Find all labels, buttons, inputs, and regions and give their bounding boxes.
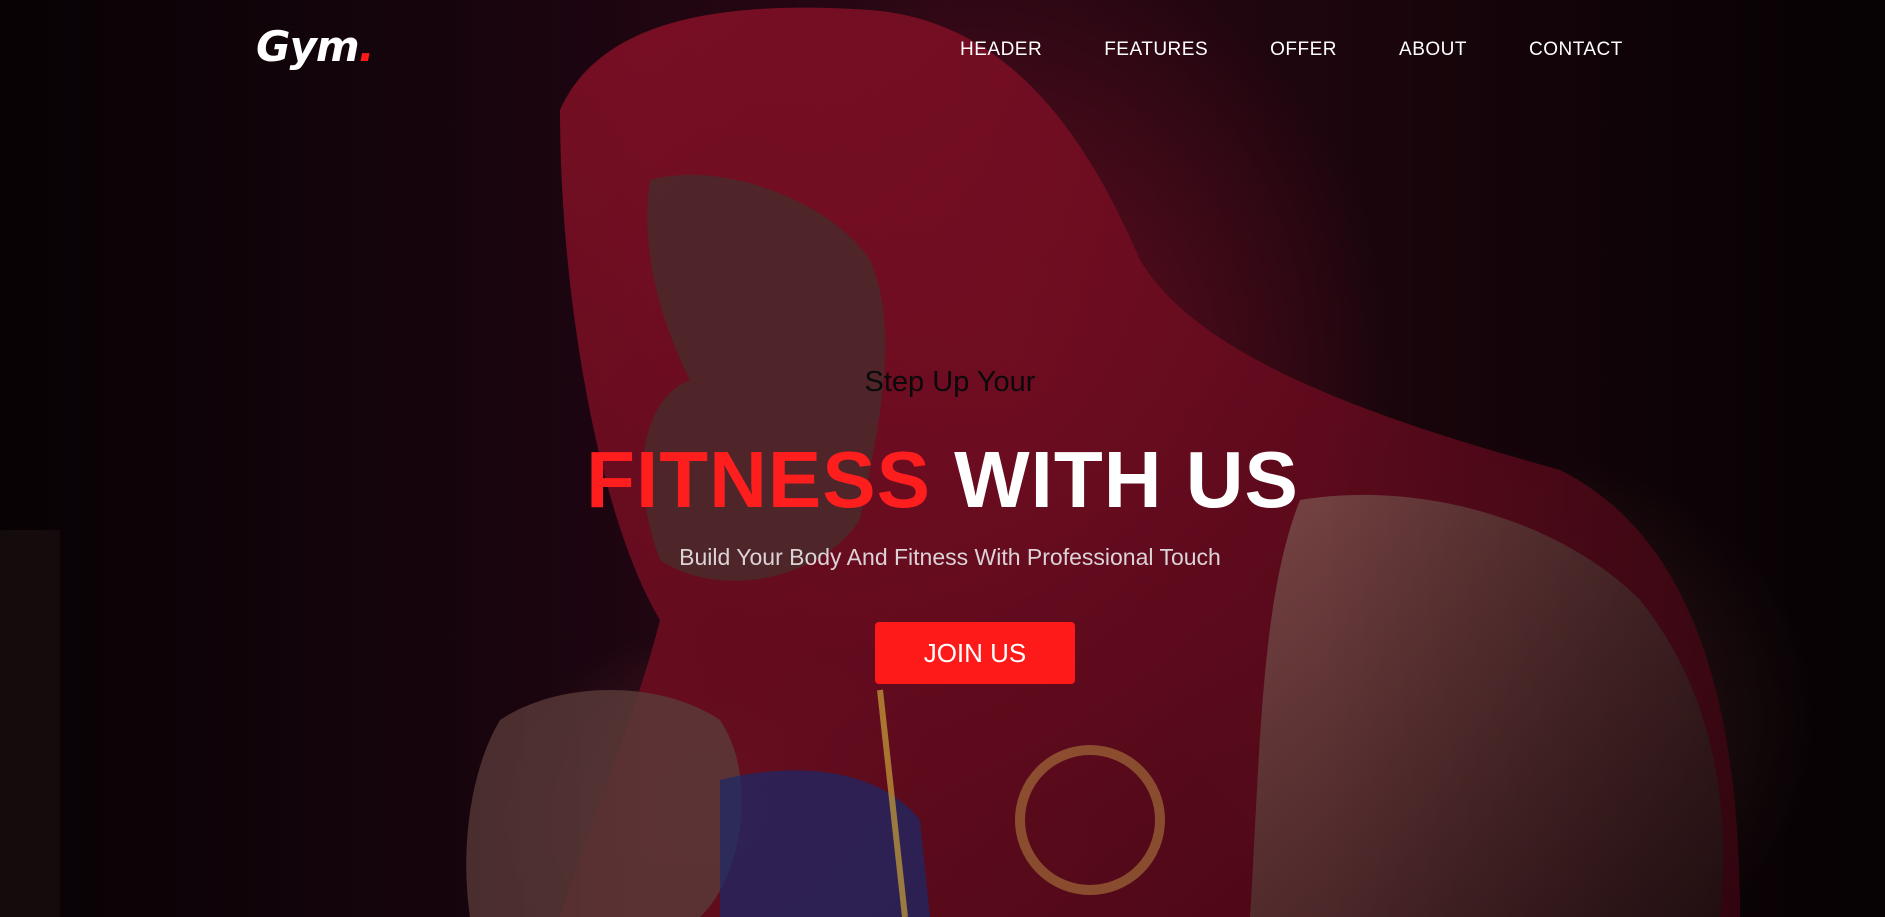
hero-subtitle: Step Up Your	[864, 366, 1036, 398]
hero-tagline: Build Your Body And Fitness With Profess…	[679, 544, 1221, 570]
headline-accent: FITNESS	[586, 435, 931, 524]
headline-rest: WITH US	[954, 435, 1299, 524]
hero-section: Gym. HEADER FEATURES OFFER ABOUT CONTACT…	[0, 0, 1885, 917]
logo-text: Gym	[256, 22, 360, 71]
nav-link-offer[interactable]: OFFER	[1270, 38, 1337, 62]
hero-headline: FITNESS WITH US	[0, 430, 1885, 530]
gym-logo[interactable]: Gym.	[256, 22, 375, 72]
nav-link-features[interactable]: FEATURES	[1104, 38, 1208, 62]
navbar: Gym. HEADER FEATURES OFFER ABOUT CONTACT	[0, 0, 1885, 100]
nav-menu: HEADER FEATURES OFFER ABOUT CONTACT	[960, 38, 1685, 62]
join-us-button[interactable]: JOIN US	[875, 622, 1075, 684]
logo-dot: .	[358, 22, 375, 71]
nav-link-about[interactable]: ABOUT	[1399, 38, 1467, 62]
nav-link-header[interactable]: HEADER	[960, 38, 1042, 62]
nav-link-contact[interactable]: CONTACT	[1529, 38, 1623, 62]
